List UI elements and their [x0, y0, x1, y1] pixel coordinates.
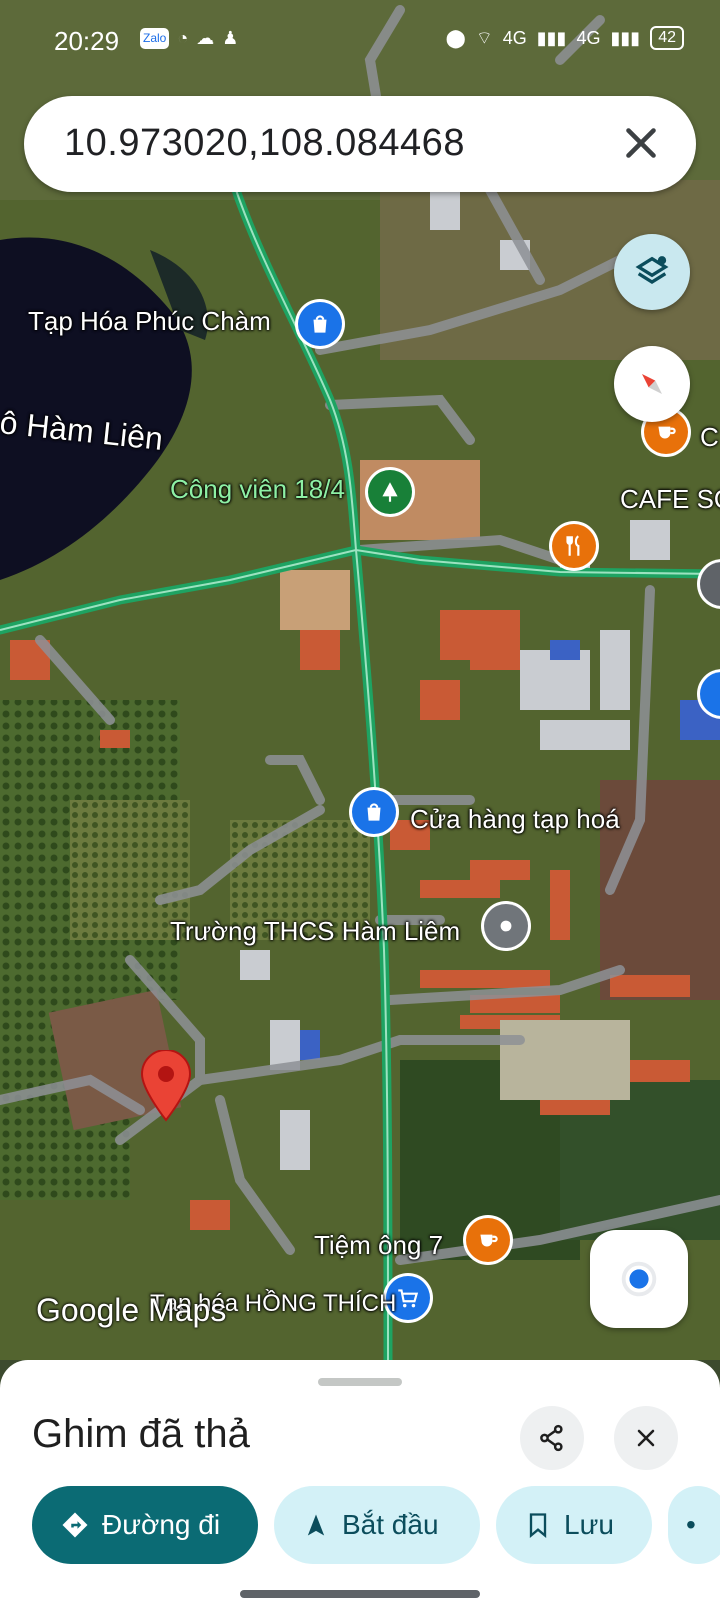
poi-label[interactable]: Cửa hàng tạp hoá — [410, 804, 620, 835]
wifi-icon: ⌔ — [475, 27, 493, 48]
park-pin-icon[interactable] — [368, 470, 412, 514]
compass-button[interactable] — [614, 346, 690, 422]
place-bottom-sheet[interactable]: Ghim đã thả Đường đi Bắt đầu Lưu • — [0, 1360, 720, 1608]
directions-button[interactable]: Đường đi — [32, 1486, 258, 1564]
poi-label[interactable]: CAFE SO — [620, 484, 720, 515]
signal-4g-icon: 4G — [502, 27, 527, 48]
more-actions-button[interactable]: • — [668, 1486, 720, 1564]
poi-label[interactable]: C — [700, 422, 719, 453]
signal-bars-icon: ▮▮▮ — [536, 27, 567, 48]
shop-pin-icon[interactable] — [352, 790, 396, 834]
compass-icon — [642, 374, 662, 394]
search-query[interactable]: 10.973020,108.084468 — [64, 122, 465, 165]
dropped-pin-marker[interactable] — [140, 1050, 192, 1122]
layers-icon — [635, 256, 669, 284]
signal-4g-icon: 4G — [576, 27, 601, 48]
search-bar[interactable]: 10.973020,108.084468 — [24, 96, 696, 192]
directions-label: Đường đi — [102, 1509, 221, 1540]
home-indicator — [240, 1590, 480, 1598]
cloud-icon: ☁ — [196, 28, 215, 48]
close-icon — [637, 1429, 655, 1447]
start-button[interactable]: Bắt đầu — [274, 1486, 480, 1564]
zalo-icon: Zalo — [140, 28, 170, 49]
more-icon: • — [686, 1509, 696, 1540]
close-icon[interactable] — [616, 118, 666, 168]
my-location-icon — [621, 1261, 657, 1297]
cafe-pin-icon[interactable] — [466, 1218, 510, 1262]
share-icon — [540, 1424, 563, 1452]
poi-label[interactable]: Tạp Hóa Phúc Chàm — [28, 306, 271, 337]
satellite-imagery — [0, 0, 720, 1360]
restaurant-pin-icon[interactable] — [552, 524, 596, 568]
close-sheet-button[interactable] — [614, 1406, 678, 1470]
save-label: Lưu — [564, 1509, 614, 1540]
bookmark-icon — [529, 1513, 547, 1538]
google-maps-watermark: Google Maps — [36, 1292, 227, 1328]
signal-bars-icon: ▮▮▮ — [610, 27, 641, 48]
status-bar: 20:29 Zalo ◔ ☁ ♟ ⬤ ⌔ 4G ▮▮▮ 4G ▮▮▮ 42 — [0, 0, 720, 80]
share-button[interactable] — [520, 1406, 584, 1470]
location-icon: ⬤ — [445, 27, 466, 48]
battery-indicator: 42 — [650, 26, 684, 50]
shop-pin-icon[interactable] — [298, 302, 342, 346]
park-label[interactable]: Công viên 18/4 — [170, 474, 345, 505]
directions-icon — [62, 1512, 88, 1538]
drag-handle[interactable] — [318, 1378, 402, 1386]
layers-button[interactable] — [614, 234, 690, 310]
place-title: Ghim đã thả — [32, 1412, 250, 1456]
my-location-button[interactable] — [590, 1230, 688, 1328]
school-pin-icon[interactable] — [484, 904, 528, 948]
status-time: 20:29 — [54, 26, 120, 56]
start-label: Bắt đầu — [342, 1509, 439, 1540]
map-canvas[interactable]: Tạp Hóa Phúc Chàm ô Hàm Liên Công viên 1… — [0, 0, 720, 1360]
save-button[interactable]: Lưu — [496, 1486, 652, 1564]
person-icon: ♟ — [222, 28, 239, 48]
messenger-icon: ◔ — [177, 28, 189, 48]
poi-label[interactable]: Trường THCS Hàm Liêm — [170, 916, 460, 947]
poi-label[interactable]: Tiệm ông 7 — [314, 1230, 443, 1261]
navigation-arrow-icon — [307, 1514, 325, 1536]
